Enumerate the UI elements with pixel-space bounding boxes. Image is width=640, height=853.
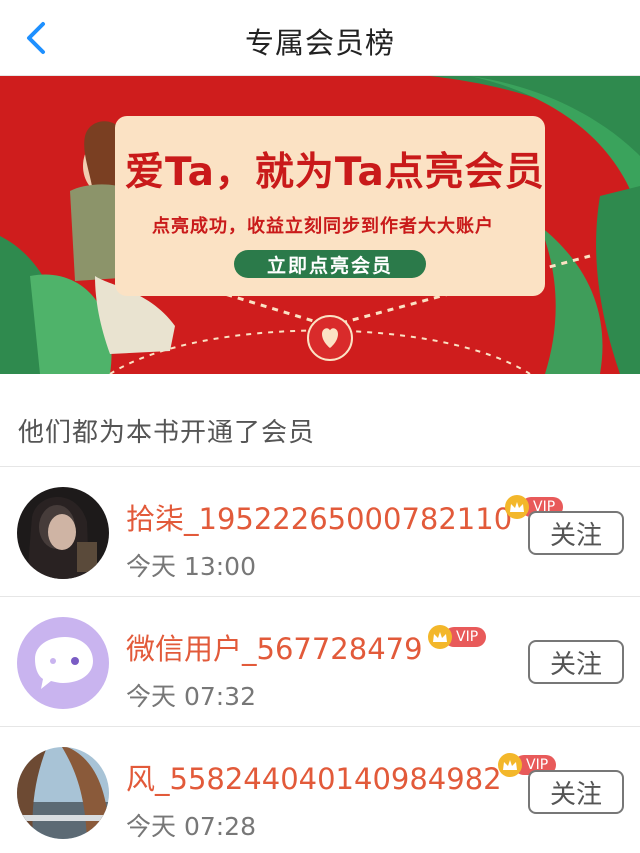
vip-badge: VIP — [428, 625, 487, 649]
activate-membership-button[interactable]: 立即点亮会员 — [234, 250, 426, 278]
avatar[interactable] — [17, 617, 109, 709]
list-item[interactable]: 微信用户_567728479 VIP 今天 07:32 关注 — [0, 597, 640, 727]
avatar-photo-icon — [17, 747, 109, 839]
banner-headline: 爱Ta，就为Ta点亮会员 — [125, 150, 545, 195]
top-bar: 专属会员榜 — [0, 0, 640, 76]
crown-icon — [428, 625, 452, 649]
wechat-default-avatar-icon — [17, 617, 109, 709]
list-item[interactable]: 拾柒_19522265000782110 VIP 今天 13:00 关注 — [0, 467, 640, 597]
follow-button[interactable]: 关注 — [528, 770, 624, 814]
banner-subtitle: 点亮成功，收益立刻同步到作者大大账户 — [152, 216, 494, 237]
user-name[interactable]: 微信用户_567728479 — [126, 626, 423, 668]
follow-button[interactable]: 关注 — [528, 511, 624, 555]
user-name[interactable]: 风_55824404014098498​2 — [126, 756, 502, 798]
user-name[interactable]: 拾柒_19522265000782110 — [126, 496, 512, 538]
list-item[interactable]: 风_55824404014098498​2 VIP 今天 07:28 关注 — [0, 727, 640, 853]
promo-banner[interactable]: 爱Ta，就为Ta点亮会员 点亮成功，收益立刻同步到作者大大账户 立即点亮会员 — [0, 76, 640, 374]
crown-icon — [498, 753, 522, 777]
page-title: 专属会员榜 — [244, 26, 395, 60]
avatar-photo-icon — [17, 487, 109, 579]
timestamp: 今天 07:32 — [126, 682, 256, 711]
timestamp: 今天 13:00 — [126, 552, 256, 581]
crown-icon — [505, 495, 529, 519]
avatar[interactable] — [17, 747, 109, 839]
follow-button[interactable]: 关注 — [528, 640, 624, 684]
section-title: 他们都为本书开通了会员 — [18, 418, 316, 448]
member-ranking-page: 专属会员榜 爱Ta，就为Ta点亮会员 点亮成功，收益立刻同步到作者大大账户 立即… — [0, 0, 640, 853]
avatar[interactable] — [17, 487, 109, 579]
timestamp: 今天 07:28 — [126, 812, 256, 841]
